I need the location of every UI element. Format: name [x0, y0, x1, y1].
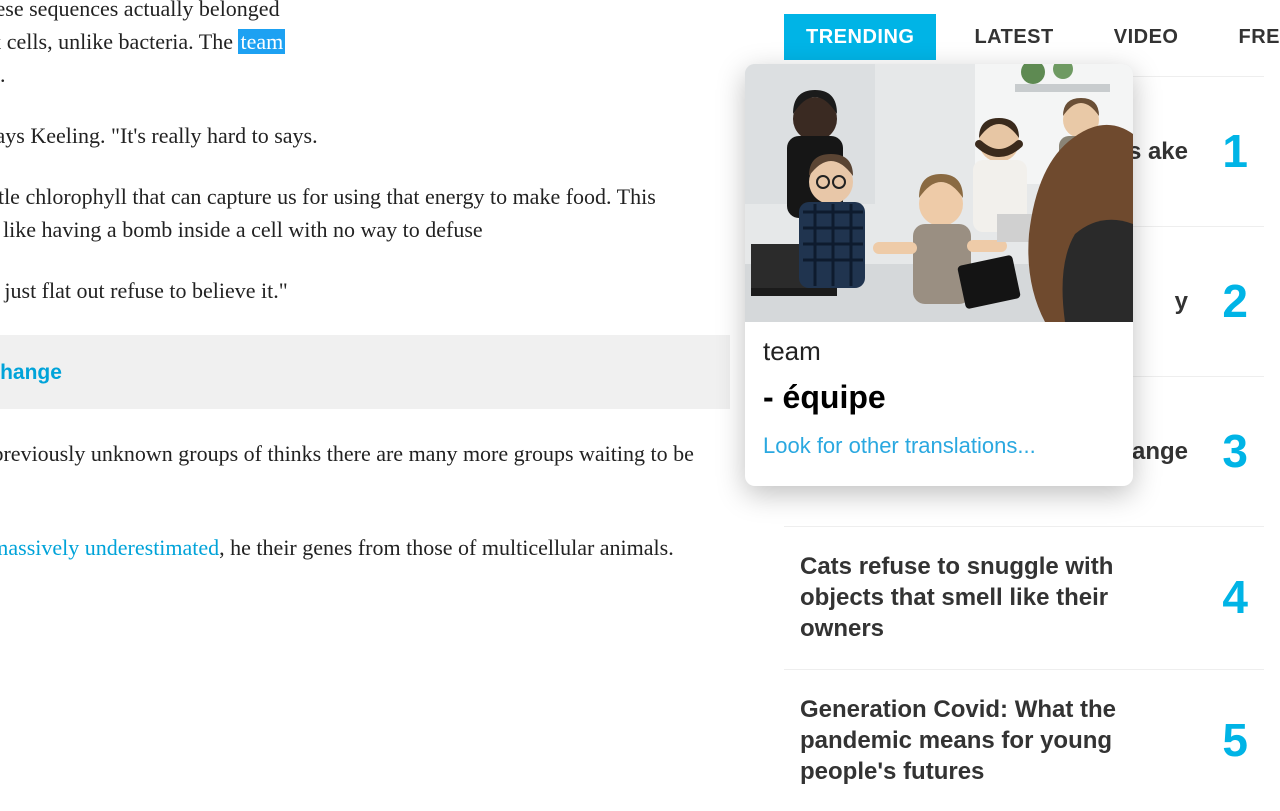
trending-number: 1: [1208, 117, 1248, 186]
tab-latest[interactable]: LATEST: [952, 14, 1075, 60]
text: -celled organisms with complex cells, un…: [0, 29, 238, 54]
paragraph: orallicolids appear to make a little chl…: [0, 180, 730, 246]
related-link[interactable]: n water could beat climate change: [0, 361, 62, 384]
tab-free[interactable]: FREE: [1217, 14, 1280, 60]
tabs: TRENDING LATEST VIDEO FREE: [784, 14, 1264, 60]
highlighted-word[interactable]: team: [238, 29, 285, 54]
article-body: d his colleagues realised that these seq…: [0, 0, 750, 625]
popup-other-translations-link[interactable]: Look for other translations...: [763, 433, 1036, 458]
text: organisms, dubbed corallicolids.: [0, 62, 6, 87]
trending-title: Generation Covid: What the pandemic mean…: [800, 694, 1188, 788]
trending-number: 5: [1208, 706, 1248, 775]
text: , he their genes from those of multicell…: [219, 535, 674, 560]
list-item[interactable]: Generation Covid: What the pandemic mean…: [784, 669, 1264, 811]
trending-number: 2: [1208, 267, 1248, 336]
paragraph: d his colleagues realised that these seq…: [0, 0, 730, 91]
tab-trending[interactable]: TRENDING: [784, 14, 936, 60]
popup-body: team - équipe Look for other translation…: [745, 322, 1133, 486]
text: d his colleagues realised that these seq…: [0, 0, 280, 21]
tab-video[interactable]: VIDEO: [1092, 14, 1201, 60]
related-box: n water could beat climate change: [0, 335, 730, 409]
popup-word: team: [763, 332, 1115, 371]
paragraph: are almost certainly parasites, says Kee…: [0, 119, 730, 152]
popup-image: [745, 64, 1133, 322]
translation-popup: team - équipe Look for other translation…: [745, 64, 1133, 486]
list-item[interactable]: Cats refuse to snuggle with objects that…: [784, 526, 1264, 669]
trending-number: 4: [1208, 563, 1248, 632]
paragraph: corallicolids are just one of 10 previou…: [0, 437, 730, 503]
paragraph: ing it is," he says. "Biochemists just f…: [0, 274, 730, 307]
trending-title: Cats refuse to snuggle with objects that…: [800, 551, 1188, 645]
trending-number: 3: [1208, 417, 1248, 486]
paragraph: bes such as the corallicolids is massive…: [0, 531, 730, 564]
inline-link[interactable]: is massively underestimated: [0, 535, 219, 560]
popup-translation: - équipe: [763, 373, 1115, 421]
